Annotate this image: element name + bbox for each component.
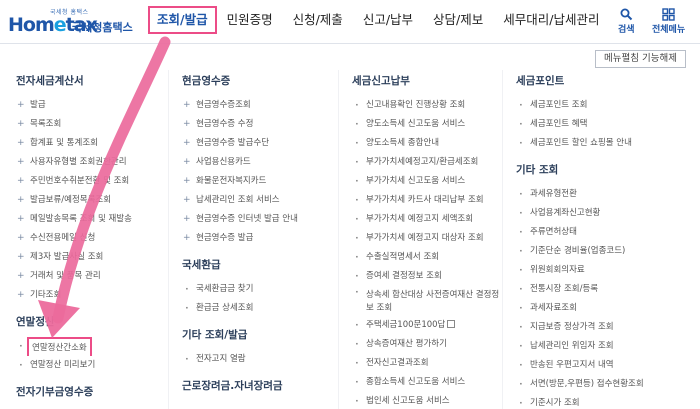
menu-item[interactable]: 현금영수증 발급수단 <box>182 134 334 153</box>
menu-item[interactable]: 세금포인트 조회 <box>516 96 696 115</box>
menu-item[interactable]: 전자고지 열람 <box>182 350 334 369</box>
cash-receipt-list: 현금영수증조회 현금영수증 수정 현금영수증 발급수단 사업용신용카드 화물운전… <box>182 96 334 248</box>
search-icon <box>620 6 633 22</box>
menu-item[interactable]: 상속증여재산 평가하기 <box>352 335 500 354</box>
menu-item-year-end-preview[interactable]: 연말정산 미리보기 <box>16 356 164 375</box>
menu-item[interactable]: 종합소득세 신고도움 서비스 <box>352 373 500 392</box>
menu-item[interactable]: 메일발송목록 조회 및 재발송 <box>16 210 164 229</box>
menu-item[interactable]: 수신전용메일 신청 <box>16 229 164 248</box>
global-nav: 조회/발급 민원증명 신청/제출 신고/납부 상담/제보 세무대리/납세관리 <box>148 0 609 44</box>
menu-item[interactable]: 발급보류/예정목록조회 <box>16 191 164 210</box>
menu-item[interactable]: 목록조회 <box>16 115 164 134</box>
column-divider <box>502 70 503 409</box>
menu-item[interactable]: 부가가치세예정고지/환급세조회 <box>352 153 500 172</box>
e-tax-invoice-list: 발급 목록조회 합계표 및 통계조회 사용자유형별 조회권한관리 주민번호수취분… <box>16 96 164 305</box>
menu-item[interactable]: 사업용신용카드 <box>182 153 334 172</box>
menu-item[interactable]: 과세자료조회 <box>516 299 696 318</box>
column-e-tax-invoice: 전자세금계산서 발급 목록조회 합계표 및 통계조회 사용자유형별 조회권한관리… <box>16 70 164 403</box>
menu-item[interactable]: 반송된 우편고지서 내역 <box>516 356 696 375</box>
column-tax-report-payment: 세금신고납부 신고내용확인 진행상황 조회 양도소득세 신고도움 서비스 양도소… <box>352 70 500 409</box>
menu-item-housing-tax-faq[interactable]: 주택세금100문100답 <box>352 316 500 335</box>
menu-item[interactable]: 거래처 및 품목 관리 <box>16 267 164 286</box>
column-tax-points: 세금포인트 세금포인트 조회 세금포인트 혜택 세금포인트 할인 쇼핑몰 안내 … <box>516 70 696 409</box>
tax-report-payment-list: 신고내용확인 진행상황 조회 양도소득세 신고도움 서비스 양도소득세 종합안내… <box>352 96 500 409</box>
tax-refund-list: 국세환급금 찾기 환급금 상세조회 <box>182 280 334 318</box>
column-divider <box>338 70 339 409</box>
menu-expand-toggle-button[interactable]: 메뉴펼침 기능해제 <box>595 50 686 68</box>
highlighted-menu-label: 연말정산간소화 <box>27 337 92 356</box>
nav-report-pay[interactable]: 신고/납부 <box>353 0 423 44</box>
menu-item[interactable]: 화물운전자복지카드 <box>182 172 334 191</box>
column-divider <box>168 70 169 409</box>
menu-item[interactable]: 합계표 및 통계조회 <box>16 134 164 153</box>
menu-item[interactable]: 전자신고결과조회 <box>352 354 500 373</box>
menu-item[interactable]: 부가가치세 예정고지 대상자 조회 <box>352 229 500 248</box>
search-button[interactable]: 검색 <box>618 6 635 35</box>
menu-item[interactable]: 제3자 발급사실 조회 <box>16 248 164 267</box>
nav-consult-report[interactable]: 상담/제보 <box>423 0 493 44</box>
menu-item[interactable]: 부가가치세 예정고지 세액조회 <box>352 210 500 229</box>
nav-tax-agent[interactable]: 세무대리/납세관리 <box>493 0 609 44</box>
nav-apply-submit[interactable]: 신청/제출 <box>283 0 353 44</box>
menu-item[interactable]: 양도소득세 종합안내 <box>352 134 500 153</box>
menu-item[interactable]: 사용자유형별 조회권한관리 <box>16 153 164 172</box>
menu-item[interactable]: 상속세 합산대상 사전증여재산 결정정보 조회 <box>352 286 500 316</box>
section-title-tax-report-payment: 세금신고납부 <box>352 75 410 87</box>
logo-subtitle: 국세청홈택스 <box>72 21 133 34</box>
menu-item[interactable]: 수출실적명세서 조회 <box>352 248 500 267</box>
menu-item[interactable]: 현금영수증 수정 <box>182 115 334 134</box>
section-title-cash-receipt: 현금영수증 <box>182 75 231 87</box>
menu-item[interactable]: 위원회회의자료 <box>516 261 696 280</box>
menu-item[interactable]: 납세관리인 위임자 조회 <box>516 337 696 356</box>
section-title-other-inquiry: 기타 조회 <box>516 164 559 176</box>
section-title-e-tax-invoice: 전자세금계산서 <box>16 75 84 87</box>
menu-item[interactable]: 양도소득세 신고도움 서비스 <box>352 115 500 134</box>
menu-item[interactable]: 기타조회 <box>16 286 164 305</box>
section-title-year-end-settlement: 연말정산 <box>16 316 55 328</box>
menu-item[interactable]: 부가가치세 카드사 대리납부 조회 <box>352 191 500 210</box>
menu-item[interactable]: 법인세 신고도움 서비스 <box>352 392 500 409</box>
menu-item[interactable]: 발급 <box>16 96 164 115</box>
year-end-settlement-list: 연말정산간소화 연말정산 미리보기 <box>16 337 164 375</box>
menu-item[interactable]: 현금영수증 발급 <box>182 229 334 248</box>
hometax-logo[interactable]: 국세청 홈택스 Hometax 국세청홈택스 <box>6 6 146 38</box>
menu-item[interactable]: 부가가치세 신고도움 서비스 <box>352 172 500 191</box>
menu-item[interactable]: 주류면허상태 <box>516 223 696 242</box>
all-menu-button[interactable]: 전체메뉴 <box>652 6 685 35</box>
top-header: 국세청 홈택스 Hometax 국세청홈택스 조회/발급 민원증명 신청/제출 … <box>0 0 700 44</box>
section-title-tax-points: 세금포인트 <box>516 75 565 87</box>
menu-item[interactable]: 증여세 결정정보 조회 <box>352 267 500 286</box>
menu-item[interactable]: 기준시가 조회 <box>516 394 696 409</box>
menu-item[interactable]: 사업용계좌신고현황 <box>516 204 696 223</box>
menu-item[interactable]: 현금영수증 인터넷 발급 안내 <box>182 210 334 229</box>
menu-item[interactable]: 지급보증 정상가격 조회 <box>516 318 696 337</box>
tax-points-list: 세금포인트 조회 세금포인트 혜택 세금포인트 할인 쇼핑몰 안내 <box>516 96 696 153</box>
menu-item[interactable]: 신고내용확인 진행상황 조회 <box>352 96 500 115</box>
menu-item[interactable]: 납세관리인 조회 서비스 <box>182 191 334 210</box>
menu-item[interactable]: 주민번호수취분전환 및 조회 <box>16 172 164 191</box>
menu-item-year-end-simplified[interactable]: 연말정산간소화 <box>16 337 164 356</box>
menu-item[interactable]: 서면(방문,우편등) 접수현황조회 <box>516 375 696 394</box>
column-cash-receipt: 현금영수증 현금영수증조회 현금영수증 수정 현금영수증 발급수단 사업용신용카… <box>182 70 334 397</box>
all-menu-label: 전체메뉴 <box>652 25 686 35</box>
section-title-tax-refund: 국세환급 <box>182 259 221 271</box>
external-link-icon <box>447 320 456 328</box>
menu-item[interactable]: 세금포인트 혜택 <box>516 115 696 134</box>
nav-inquiry-issue[interactable]: 조회/발급 <box>148 6 217 34</box>
section-title-other-inquiry-issue: 기타 조회/발급 <box>182 329 248 341</box>
menu-item[interactable]: 기준단순 경비율(업종코드) <box>516 242 696 261</box>
menu-item[interactable]: 국세환급금 찾기 <box>182 280 334 299</box>
nav-civil-certificate[interactable]: 민원증명 <box>217 0 283 44</box>
other-inquiry-issue-list: 전자고지 열람 <box>182 350 334 369</box>
section-title-earned-income-incentive: 근로장려금.자녀장려금 <box>182 380 283 392</box>
menu-item[interactable]: 전통시장 조회/등록 <box>516 280 696 299</box>
other-inquiry-list: 과세유형전환 사업용계좌신고현황 주류면허상태 기준단순 경비율(업종코드) 위… <box>516 185 696 409</box>
menu-item[interactable]: 세금포인트 할인 쇼핑몰 안내 <box>516 134 696 153</box>
menu-item[interactable]: 현금영수증조회 <box>182 96 334 115</box>
menu-item[interactable]: 과세유형전환 <box>516 185 696 204</box>
grid-menu-icon <box>662 6 675 22</box>
section-title-e-donation-receipt: 전자기부금영수증 <box>16 386 94 398</box>
search-label: 검색 <box>618 25 635 35</box>
menu-item[interactable]: 환급금 상세조회 <box>182 299 334 318</box>
